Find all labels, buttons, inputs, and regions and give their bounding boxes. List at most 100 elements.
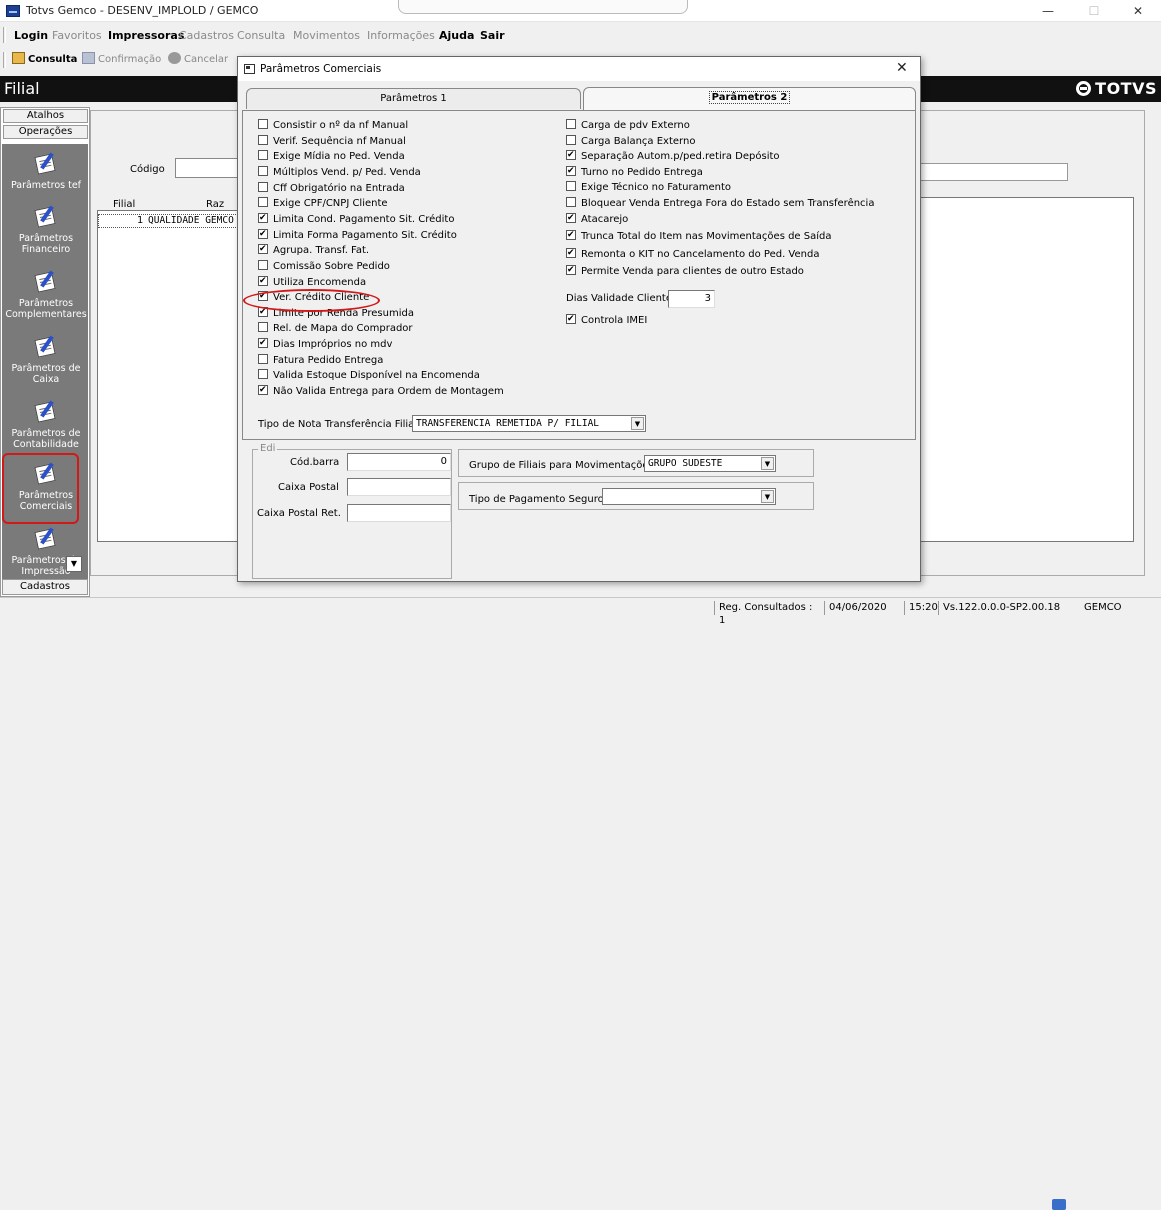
status-date: 04/06/2020 — [824, 601, 896, 615]
right-checkbox-5[interactable]: Bloquear Venda Entrega Fora do Estado se… — [566, 197, 874, 210]
menu-grip — [3, 27, 6, 43]
chevron-down-icon: ▼ — [761, 490, 774, 503]
document-pen-icon — [31, 150, 61, 176]
right-checkbox-1[interactable]: Carga Balança Externo — [566, 134, 695, 148]
window-title: Totvs Gemco - DESENV_IMPLOLD / GEMCO — [26, 4, 259, 17]
left-checkbox-5[interactable]: Exige CPF/CNPJ Cliente — [258, 197, 388, 210]
dias-validade-input[interactable]: 3 — [668, 290, 715, 308]
menu-favoritos[interactable]: Favoritos — [52, 29, 102, 42]
window-title-bar: Totvs Gemco - DESENV_IMPLOLD / GEMCO — ☐… — [0, 0, 1161, 22]
consulta-button[interactable]: Consulta — [12, 52, 77, 65]
checkbox-box — [258, 243, 268, 255]
menu-informacoes[interactable]: Informações — [367, 29, 435, 42]
right-checkbox-2[interactable]: Separação Autom.p/ped.retira Depósito — [566, 149, 780, 163]
menu-cadastros[interactable]: Cadastros — [179, 29, 234, 42]
dias-validade-label: Dias Validade Cliente — [566, 293, 673, 304]
folder-search-icon — [12, 52, 25, 64]
right-checkbox-4[interactable]: Exige Técnico no Faturamento — [566, 181, 731, 194]
left-checkbox-6[interactable]: Limita Cond. Pagamento Sit. Crédito — [258, 212, 454, 226]
dialog-title-bar: Parâmetros Comerciais ✕ — [238, 57, 920, 81]
left-checkbox-7[interactable]: Limita Forma Pagamento Sit. Crédito — [258, 228, 457, 242]
checkbox-box — [258, 119, 268, 129]
tab-parametros-1[interactable]: Parâmetros 1 — [246, 88, 581, 109]
left-checkbox-16[interactable]: Valida Estoque Disponível na Encomenda — [258, 369, 480, 382]
dialog-window-icon — [244, 64, 255, 74]
right-checkbox-6[interactable]: Atacarejo — [566, 212, 628, 226]
column-filial[interactable]: Filial — [113, 199, 135, 210]
tab-cadastros[interactable]: Cadastros — [2, 579, 88, 595]
checkbox-box — [566, 229, 576, 241]
caixa-postal-label: Caixa Postal — [278, 482, 339, 493]
caixa-postal-input[interactable] — [347, 478, 451, 496]
close-window-button[interactable]: ✕ — [1116, 1, 1160, 21]
cancelar-button[interactable]: Cancelar — [168, 52, 228, 65]
menu-impressoras[interactable]: Impressoras — [108, 29, 184, 42]
checkbox-box — [258, 228, 268, 240]
checkbox-box — [258, 134, 268, 145]
left-checkbox-9[interactable]: Comissão Sobre Pedido — [258, 259, 390, 273]
document-pen-icon — [31, 333, 61, 359]
left-checkbox-4[interactable]: Cff Obrigatório na Entrada — [258, 181, 405, 195]
right-checkbox-7[interactable]: Trunca Total do Item nas Movimentações d… — [566, 229, 832, 243]
codigo-input[interactable] — [175, 158, 245, 178]
sidebar-item-caixa[interactable]: Parâmetros de Caixa — [3, 333, 89, 385]
left-checkbox-13[interactable]: Rel. de Mapa do Comprador — [258, 322, 413, 335]
checkbox-box — [566, 264, 576, 276]
menu-ajuda[interactable]: Ajuda — [439, 29, 474, 42]
menu-movimentos[interactable]: Movimentos — [293, 29, 360, 42]
sidebar-scroll-down-button[interactable]: ▼ — [66, 556, 82, 572]
checkbox-box — [566, 181, 576, 192]
left-checkbox-17[interactable]: Não Valida Entrega para Ordem de Montage… — [258, 384, 504, 398]
tipo-pagamento-select[interactable]: ▼ — [602, 488, 776, 505]
right-checkbox-3[interactable]: Turno no Pedido Entrega — [566, 165, 703, 179]
tab-parametros-2[interactable]: Parâmetros 2 — [583, 87, 916, 110]
menu-login[interactable]: Login — [14, 29, 48, 42]
tab-atalhos[interactable]: Atalhos — [3, 109, 88, 123]
checkbox-box — [258, 275, 268, 287]
background-field[interactable] — [920, 163, 1068, 181]
maximize-button[interactable]: ☐ — [1072, 1, 1116, 21]
left-checkbox-3[interactable]: Múltiplos Vend. p/ Ped. Venda — [258, 165, 421, 179]
confirmacao-button[interactable]: Confirmação — [82, 52, 161, 65]
checkbox-box — [566, 247, 576, 259]
menu-consulta[interactable]: Consulta — [237, 29, 285, 42]
cod-barra-input[interactable]: 0 — [347, 453, 451, 471]
column-razao[interactable]: Raz — [206, 199, 224, 210]
tipo-nota-select[interactable]: TRANSFERENCIA REMETIDA P/ FILIAL ▼ — [412, 415, 646, 432]
left-checkbox-8[interactable]: Agrupa. Transf. Fat. — [258, 243, 369, 257]
checkbox-box — [258, 384, 268, 396]
controla-imei-checkbox[interactable]: Controla IMEI — [566, 313, 647, 327]
sidebar-item-tef[interactable]: Parâmetros tef — [3, 150, 89, 191]
highlight-marker-ver-credito — [243, 289, 380, 312]
tab-operacoes[interactable]: Operações — [3, 125, 88, 139]
dialog-close-button[interactable]: ✕ — [896, 60, 908, 76]
right-checkbox-8[interactable]: Remonta o KIT no Cancelamento do Ped. Ve… — [566, 247, 819, 261]
caixa-postal-ret-input[interactable] — [347, 504, 451, 522]
minimize-button[interactable]: — — [1026, 1, 1070, 21]
document-pen-icon — [31, 525, 61, 551]
sidebar-item-contabilidade[interactable]: Parâmetros de Contabilidade — [3, 398, 89, 450]
left-checkbox-14[interactable]: Dias Impróprios no mdv — [258, 337, 392, 351]
left-checkbox-15[interactable]: Fatura Pedido Entrega — [258, 353, 383, 367]
grupo-filiais-select[interactable]: GRUPO SUDESTE ▼ — [644, 455, 776, 472]
sidebar-item-complementares[interactable]: Parâmetros Complementares — [3, 268, 89, 320]
parametros-comerciais-dialog: Parâmetros Comerciais ✕ Parâmetros 1 Par… — [237, 56, 921, 582]
right-checkbox-9[interactable]: Permite Venda para clientes de outro Est… — [566, 264, 804, 278]
menu-sair[interactable]: Sair — [480, 29, 505, 42]
left-checkbox-2[interactable]: Exige Mídia no Ped. Venda — [258, 150, 405, 163]
cod-barra-label: Cód.barra — [290, 457, 340, 468]
codigo-label: Código — [130, 164, 165, 175]
grupo-filiais-label: Grupo de Filiais para Movimentações — [469, 460, 654, 471]
left-checkbox-0[interactable]: Consistir o nº da nf Manual — [258, 119, 408, 132]
left-checkbox-1[interactable]: Verif. Sequência nf Manual — [258, 134, 406, 148]
checkbox-box — [566, 119, 576, 129]
checkbox-box — [258, 259, 268, 270]
title-tab-stub — [398, 0, 688, 14]
left-checkbox-10[interactable]: Utiliza Encomenda — [258, 275, 366, 289]
menu-bar: Login Favoritos Impressoras Cadastros Co… — [0, 26, 560, 44]
row-razao: QUALIDADE GEMCO — [148, 215, 234, 226]
sidebar-item-financeiro[interactable]: Parâmetros Financeiro — [3, 203, 89, 255]
row-filial: 1 — [137, 215, 144, 226]
right-checkbox-0[interactable]: Carga de pdv Externo — [566, 119, 690, 132]
save-icon — [82, 52, 95, 64]
